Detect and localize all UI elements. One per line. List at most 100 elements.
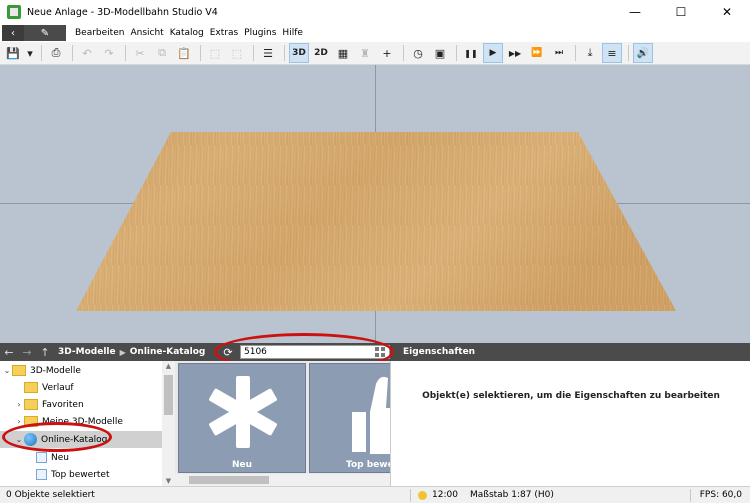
save-dropdown-icon[interactable]: ▾ [25,43,35,63]
catalog-tree: ⌄ 3D-Modelle Verlauf › Favoriten › Meine… [0,361,162,486]
sound-icon[interactable]: 🔊 [633,43,653,63]
asterisk-icon [209,376,277,448]
tree-item-top-bewertet[interactable]: Top bewertet [26,466,162,483]
catalog-search-input[interactable] [240,345,390,359]
play-icon[interactable]: ▶ [483,43,503,63]
3d-viewport[interactable] [0,65,750,343]
tree-item-label: 3D-Modelle [30,365,81,376]
app-icon [7,5,21,19]
grid-view-icon[interactable] [375,347,385,357]
tree-item-favoriten[interactable]: › Favoriten [14,396,162,413]
maximize-button[interactable]: ☐ [658,0,704,24]
view-2d-button[interactable]: 2D [311,43,331,63]
refresh-icon[interactable]: ⟳ [220,343,236,361]
list-icon[interactable]: ☰ [258,43,278,63]
minimize-button[interactable]: — [612,0,658,24]
toolbar-divider [284,45,285,61]
scroll-down-icon[interactable]: ▼ [162,477,175,485]
properties-title: Eigenschaften [403,347,476,357]
paste-icon[interactable]: 📋 [174,43,194,63]
menu-katalog[interactable]: Katalog [167,28,207,38]
expand-chevron-icon[interactable]: ⌄ [2,366,12,375]
tree-item-neu[interactable]: Neu [26,449,162,466]
nav-back-icon[interactable]: ← [0,346,18,359]
back-arrow-icon[interactable]: ‹ [2,25,24,41]
pause-icon[interactable]: ❚❚ [461,43,481,63]
tree-scrollbar[interactable]: ▲ ▼ [162,361,175,486]
tree-item-3d-modelle[interactable]: ⌄ 3D-Modelle [2,362,162,379]
scale-display[interactable]: Maßstab 1:87 (H0) [470,490,554,500]
tree-item-verlauf[interactable]: Verlauf [14,379,162,396]
save-icon[interactable]: 💾 [3,43,23,63]
plus-icon[interactable]: + [377,43,397,63]
expand-chevron-icon[interactable]: ⌄ [14,435,24,444]
ungroup-icon[interactable]: ⬚ [227,43,247,63]
print-icon[interactable]: ⎙ [46,43,66,63]
properties-hint: Objekt(e) selektieren, um die Eigenschaf… [422,391,720,401]
grid-icon[interactable]: ▦ [333,43,353,63]
menu-bearbeiten[interactable]: Bearbeiten [72,28,127,38]
copy-icon[interactable]: ⧉ [152,43,172,63]
edit-pencil-icon[interactable]: ✎ [24,25,66,41]
toolbar-divider [253,45,254,61]
folder-icon [24,416,38,427]
nav-forward-icon[interactable]: → [18,346,36,359]
breadcrumb-3d-modelle[interactable]: 3D-Modelle [58,347,116,357]
screenshot-icon[interactable]: ▣ [430,43,450,63]
close-button[interactable]: ✕ [704,0,750,24]
fast-forward-icon[interactable]: ▶▶ [505,43,525,63]
menu-extras[interactable]: Extras [207,28,241,38]
nav-up-icon[interactable]: ↑ [36,346,54,359]
folder-icon [12,365,26,376]
toolbar-divider [575,45,576,61]
group-icon[interactable]: ⬚ [205,43,225,63]
selection-status: 0 Objekte selektiert [6,490,95,500]
scrollbar-thumb[interactable] [164,375,173,415]
wooden-baseplate[interactable] [0,65,750,343]
undo-icon[interactable]: ↶ [77,43,97,63]
clock-icon[interactable]: ◷ [408,43,428,63]
tree-item-label: Neu [51,452,69,463]
expand-chevron-icon[interactable]: › [14,400,24,409]
status-divider [690,489,691,502]
toolbar-divider [72,45,73,61]
toolbar: 💾 ▾ ⎙ ↶ ↷ ✂ ⧉ 📋 ⬚ ⬚ ☰ 3D 2D ▦ ♜ + ◷ ▣ ❚❚… [0,42,750,65]
scroll-up-icon[interactable]: ▲ [162,362,175,370]
menu-plugins[interactable]: Plugins [241,28,279,38]
catalog-tile-top-bewertet[interactable]: Top bewer [309,363,390,473]
toolbar-divider [41,45,42,61]
download-icon[interactable]: ⤓ [580,43,600,63]
menu-ansicht[interactable]: Ansicht [127,28,166,38]
menu-hilfe[interactable]: Hilfe [279,28,305,38]
status-bar: 0 Objekte selektiert 12:00 Maßstab 1:87 … [0,486,750,503]
tree-item-online-katalog[interactable]: ⌄ Online-Katalog [0,431,162,448]
title-bar: Neue Anlage - 3D-Modellbahn Studio V4 — … [0,0,750,24]
cut-icon[interactable]: ✂ [130,43,150,63]
time-display[interactable]: 12:00 [432,490,458,500]
tree-item-label: Favoriten [42,399,84,410]
view-3d-button[interactable]: 3D [289,43,309,63]
catalog-tile-neu[interactable]: Neu [178,363,306,473]
tree-item-label: Meine 3D-Modelle [42,416,123,427]
toolbar-divider [125,45,126,61]
fps-display: FPS: 60,0 [699,490,742,500]
tree-item-meine-3d-modelle[interactable]: › Meine 3D-Modelle [14,413,162,430]
window-controls: — ☐ ✕ [612,0,750,24]
tile-label: Neu [231,460,253,470]
redo-icon[interactable]: ↷ [99,43,119,63]
expand-chevron-icon[interactable]: › [14,417,24,426]
menu-bar: ‹ ✎ Bearbeiten Ansicht Katalog Extras Pl… [0,24,750,42]
sun-icon [418,491,427,500]
faster-forward-icon[interactable]: ⏩ [527,43,547,63]
train-icon[interactable]: ♜ [355,43,375,63]
breadcrumb-online-katalog[interactable]: Online-Katalog [130,347,206,357]
thumbnails-scrollbar[interactable] [175,474,390,486]
track-icon[interactable]: ≡ [602,43,622,63]
tree-item-label: Verlauf [42,382,74,393]
folder-icon [24,399,38,410]
scrollbar-thumb[interactable] [189,476,269,484]
folder-icon [24,382,38,393]
toolbar-divider [200,45,201,61]
skip-end-icon[interactable]: ⏭ [549,43,569,63]
properties-panel: Objekt(e) selektieren, um die Eigenschaf… [390,361,750,486]
